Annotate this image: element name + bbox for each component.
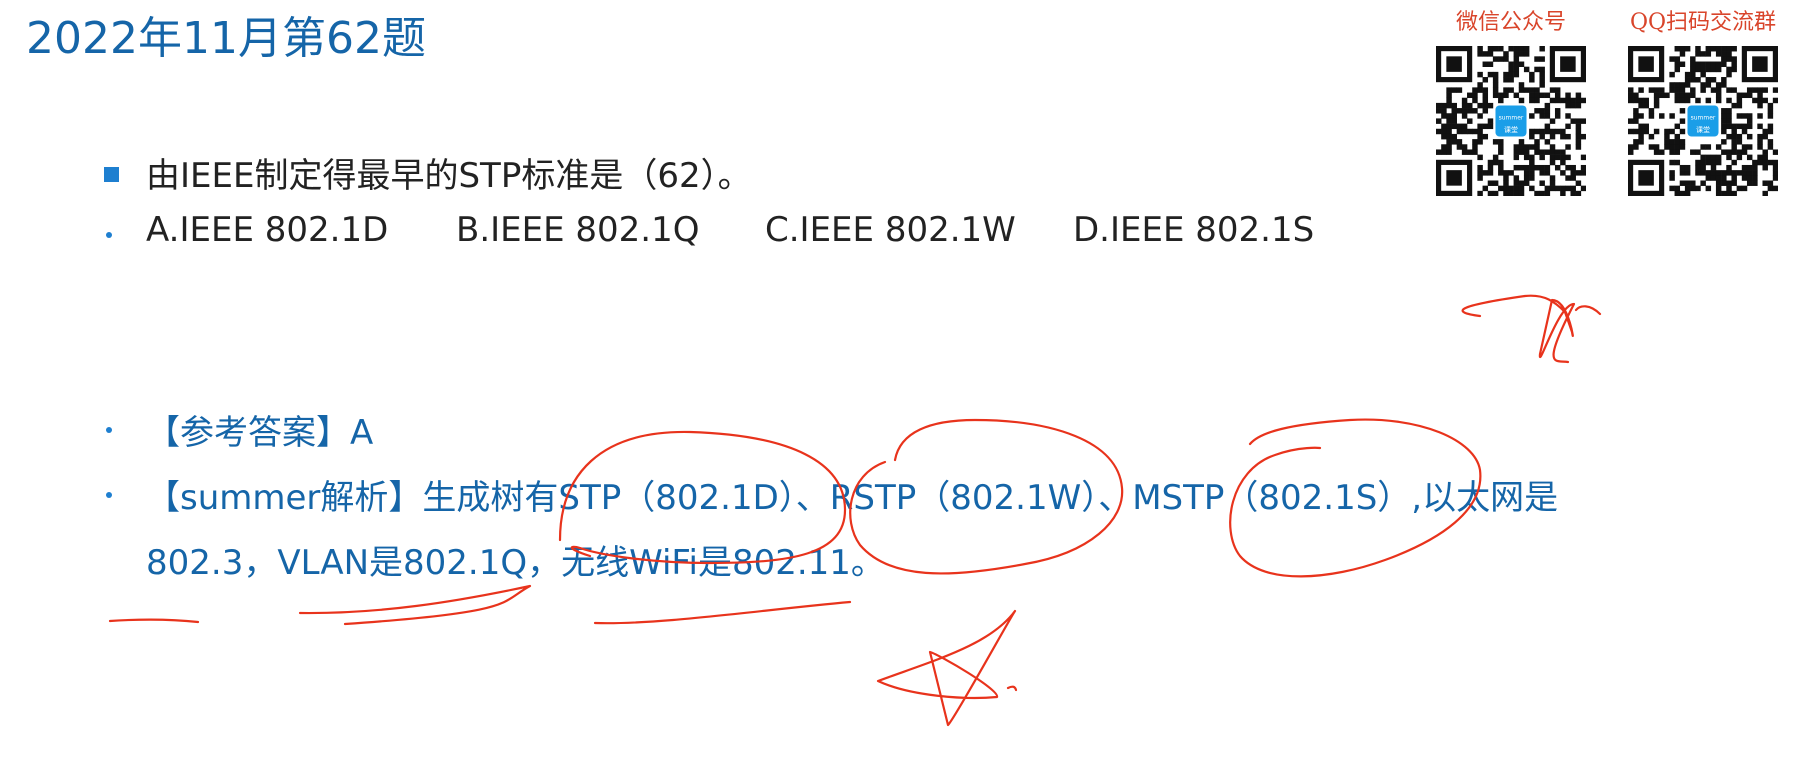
dot-bullet-icon: [106, 492, 112, 498]
answer-text: 【参考答案】A: [146, 413, 374, 453]
underline-8023: [108, 618, 200, 624]
star-annotation-bottom: [876, 609, 1018, 727]
qr-logo-text: summer: [1499, 114, 1524, 121]
wechat-qr-code: summer 课堂: [1436, 46, 1586, 196]
dot-bullet-icon: [106, 232, 112, 238]
option-d: D.IEEE 802.1S: [1073, 210, 1315, 250]
option-a: A.IEEE 802.1D: [146, 210, 389, 250]
question-stem: 由IEEE制定得最早的STP标准是（62）。: [146, 156, 752, 196]
analysis-text-line-1: 【summer解析】生成树有STP（802.1D）、RSTP（802.1W）、M…: [146, 478, 1559, 518]
option-c: C.IEEE 802.1W: [765, 210, 1016, 250]
qq-qr-block: QQ扫码交流群 summer 课堂: [1628, 4, 1778, 196]
underline-vlan: [298, 584, 532, 626]
qr-logo-text: summer: [1691, 114, 1716, 121]
square-bullet-icon: [104, 167, 119, 182]
star-annotation-top: [1461, 294, 1602, 364]
underline-wifi: [593, 600, 852, 625]
qr-logo-text: 课堂: [1696, 125, 1710, 134]
qr-logo-text: 课堂: [1504, 125, 1518, 134]
wechat-qr-caption: 微信公众号: [1455, 10, 1566, 35]
option-b: B.IEEE 802.1Q: [456, 210, 700, 250]
slide-title: 2022年11月第62题: [26, 13, 426, 64]
qq-qr-caption: QQ扫码交流群: [1629, 10, 1777, 35]
wechat-qr-block: 微信公众号 summer 课堂: [1436, 4, 1586, 196]
qq-qr-code: summer 课堂: [1628, 46, 1778, 196]
analysis-text-line-2: 802.3，VLAN是802.1Q，无线WiFi是802.11。: [146, 543, 885, 583]
dot-bullet-icon: [106, 427, 112, 433]
